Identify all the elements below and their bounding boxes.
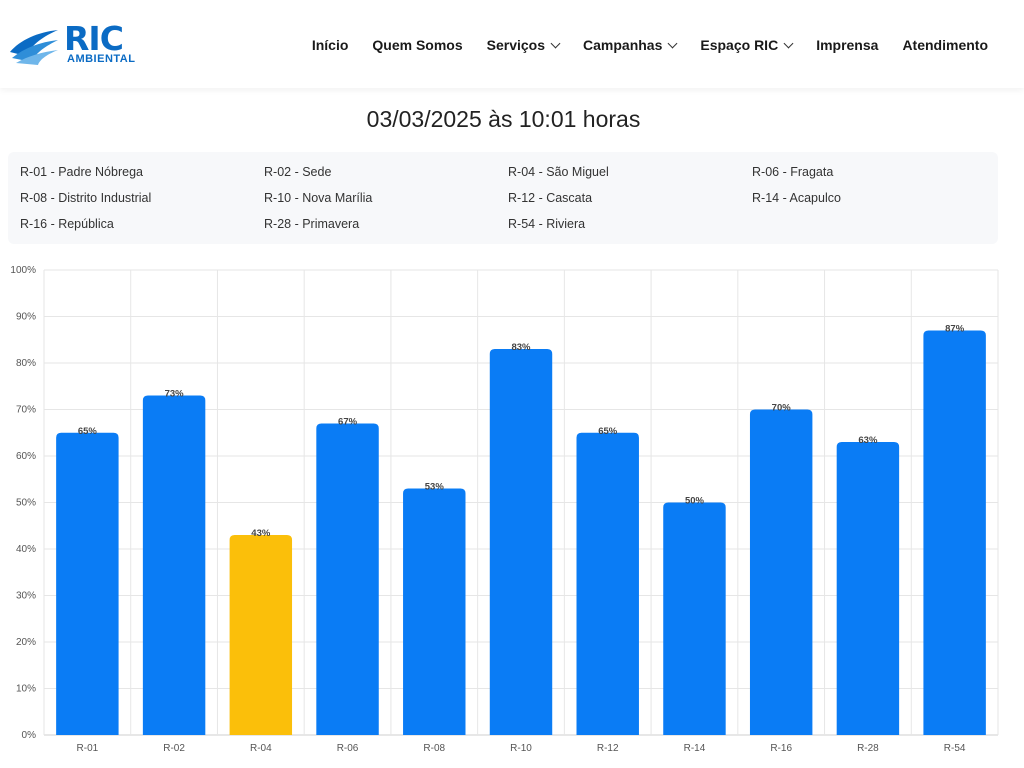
bar: [923, 330, 986, 735]
legend-entry: R-02 - Sede: [264, 165, 332, 179]
wave-logo-icon: [10, 30, 58, 65]
x-tick-label: R-12: [597, 743, 619, 754]
x-tick-label: R-28: [857, 743, 879, 754]
site-header: RIC AMBIENTAL Início Quem Somos Serviços…: [0, 0, 1024, 88]
data-label: 53%: [425, 482, 445, 493]
legend-entry: R-14 - Acapulco: [752, 191, 841, 205]
y-tick-label: 20%: [16, 637, 36, 648]
legend-entry: R-54 - Riviera: [508, 217, 586, 231]
chevron-down-icon: [783, 38, 794, 48]
bar: [576, 432, 639, 735]
x-tick-label: R-16: [770, 743, 792, 754]
bar: [316, 423, 379, 735]
data-label: 73%: [165, 389, 185, 400]
y-tick-label: 60%: [16, 451, 36, 462]
chevron-down-icon: [550, 38, 561, 48]
nav-atendimento[interactable]: Atendimento: [902, 37, 988, 53]
nav-label: Campanhas: [583, 37, 663, 53]
page-title: 03/03/2025 às 10:01 horas: [366, 106, 641, 132]
data-label: 65%: [78, 426, 98, 437]
nav-campanhas[interactable]: Campanhas: [583, 37, 678, 53]
data-label: 50%: [685, 496, 705, 507]
data-label: 43%: [251, 528, 271, 539]
x-tick-label: R-04: [250, 743, 272, 754]
legend-entry: R-01 - Padre Nóbrega: [20, 165, 143, 179]
nav-label: Início: [311, 37, 349, 53]
bar: [749, 409, 813, 735]
bar: [489, 349, 553, 735]
x-tick-label: R-01: [77, 743, 99, 754]
nav-inicio[interactable]: Início: [312, 37, 349, 53]
data-label: 63%: [858, 435, 878, 446]
chevron-down-icon: [667, 38, 678, 48]
data-label: 65%: [598, 426, 618, 437]
logo[interactable]: RIC AMBIENTAL: [8, 20, 138, 68]
bar: [56, 432, 119, 735]
bar: [663, 502, 726, 735]
y-tick-label: 70%: [16, 405, 36, 416]
nav-imprensa[interactable]: Imprensa: [816, 37, 878, 53]
bar: [142, 395, 206, 735]
y-tick-label: 90%: [16, 312, 36, 323]
legend-entry: R-08 - Distrito Industrial: [20, 191, 152, 205]
legend-entry: R-12 - Cascata: [508, 191, 593, 205]
x-tick-label: R-08: [423, 743, 445, 754]
data-label: 67%: [338, 416, 358, 427]
reservoir-level-chart: 0% 10% 20% 30% 40% 50% 60% 70% 80% 90% 100% 65% R-01…: [10, 265, 999, 754]
x-tick-label: R-06: [337, 743, 359, 754]
x-tick-label: R-10: [510, 743, 532, 754]
legend-entry: R-06 - Fragata: [752, 165, 834, 179]
bar: [836, 442, 900, 735]
y-tick-label: 10%: [16, 684, 36, 695]
y-tick-label: 0%: [22, 730, 37, 741]
bar: [229, 535, 293, 735]
x-tick-label: R-54: [944, 743, 966, 754]
reservoir-legend: R-01 - Padre Nóbrega R-02 - Sede R-04 - …: [8, 152, 998, 244]
nav-servicos[interactable]: Serviços: [486, 37, 561, 53]
legend-entry: R-04 - São Miguel: [508, 165, 609, 179]
bar: [403, 488, 466, 735]
nav-espaco-ric[interactable]: Espaço RIC: [700, 37, 794, 53]
nav-label: Espaço RIC: [700, 37, 779, 53]
y-tick-label: 30%: [16, 591, 36, 602]
nav-quem-somos[interactable]: Quem Somos: [372, 37, 462, 53]
data-label: 70%: [772, 403, 792, 414]
logo-subtext: AMBIENTAL: [67, 53, 136, 65]
legend-entry: R-10 - Nova Marília: [264, 191, 373, 205]
nav-label: Imprensa: [816, 37, 879, 53]
x-tick-label: R-14: [684, 743, 706, 754]
legend-entry: R-28 - Primavera: [264, 217, 360, 231]
data-label: 87%: [945, 323, 965, 334]
nav-label: Atendimento: [902, 37, 988, 53]
y-tick-label: 80%: [16, 358, 36, 369]
x-tick-label: R-02: [163, 743, 185, 754]
data-label: 83%: [511, 342, 531, 353]
nav-label: Serviços: [486, 37, 546, 53]
legend-entry: R-16 - República: [20, 217, 114, 231]
y-tick-label: 50%: [16, 498, 36, 509]
y-tick-label: 100%: [10, 265, 36, 276]
y-tick-label: 40%: [16, 544, 36, 555]
nav-label: Quem Somos: [372, 37, 463, 53]
main-nav: Início Quem Somos Serviços Campanhas Esp…: [288, 37, 988, 53]
